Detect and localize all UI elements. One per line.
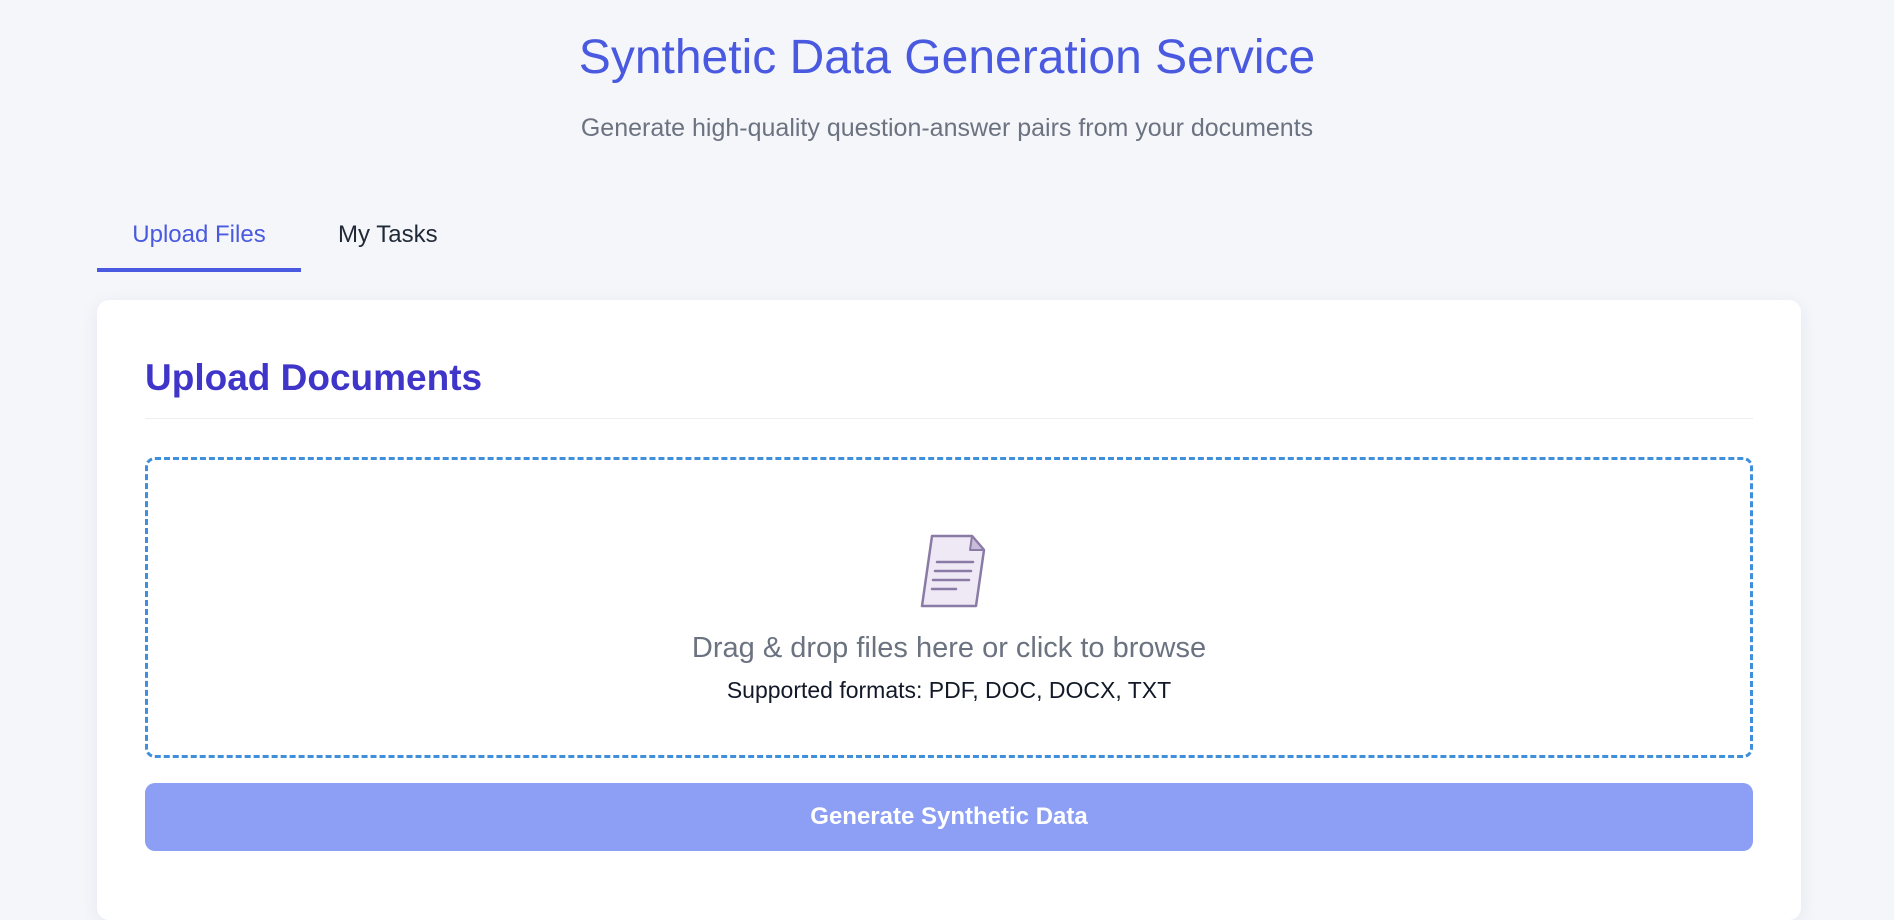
document-icon: [920, 534, 986, 608]
tab-bar: Upload Files My Tasks: [97, 210, 438, 275]
upload-card: Upload Documents Drag & drop files here …: [97, 300, 1801, 920]
generate-synthetic-data-button[interactable]: Generate Synthetic Data: [145, 783, 1753, 851]
divider: [145, 418, 1753, 419]
dropzone-instructions: Drag & drop files here or click to brows…: [691, 632, 1207, 664]
supported-formats-text: Supported formats: PDF, DOC, DOCX, TXT: [726, 677, 1172, 703]
file-dropzone[interactable]: Drag & drop files here or click to brows…: [145, 457, 1753, 758]
tab-upload-files[interactable]: Upload Files: [97, 210, 301, 272]
app-subtitle: Generate high-quality question-answer pa…: [580, 114, 1314, 142]
upload-card-title: Upload Documents: [145, 357, 483, 398]
tab-my-tasks[interactable]: My Tasks: [301, 210, 438, 272]
app-title: Synthetic Data Generation Service: [578, 31, 1316, 84]
